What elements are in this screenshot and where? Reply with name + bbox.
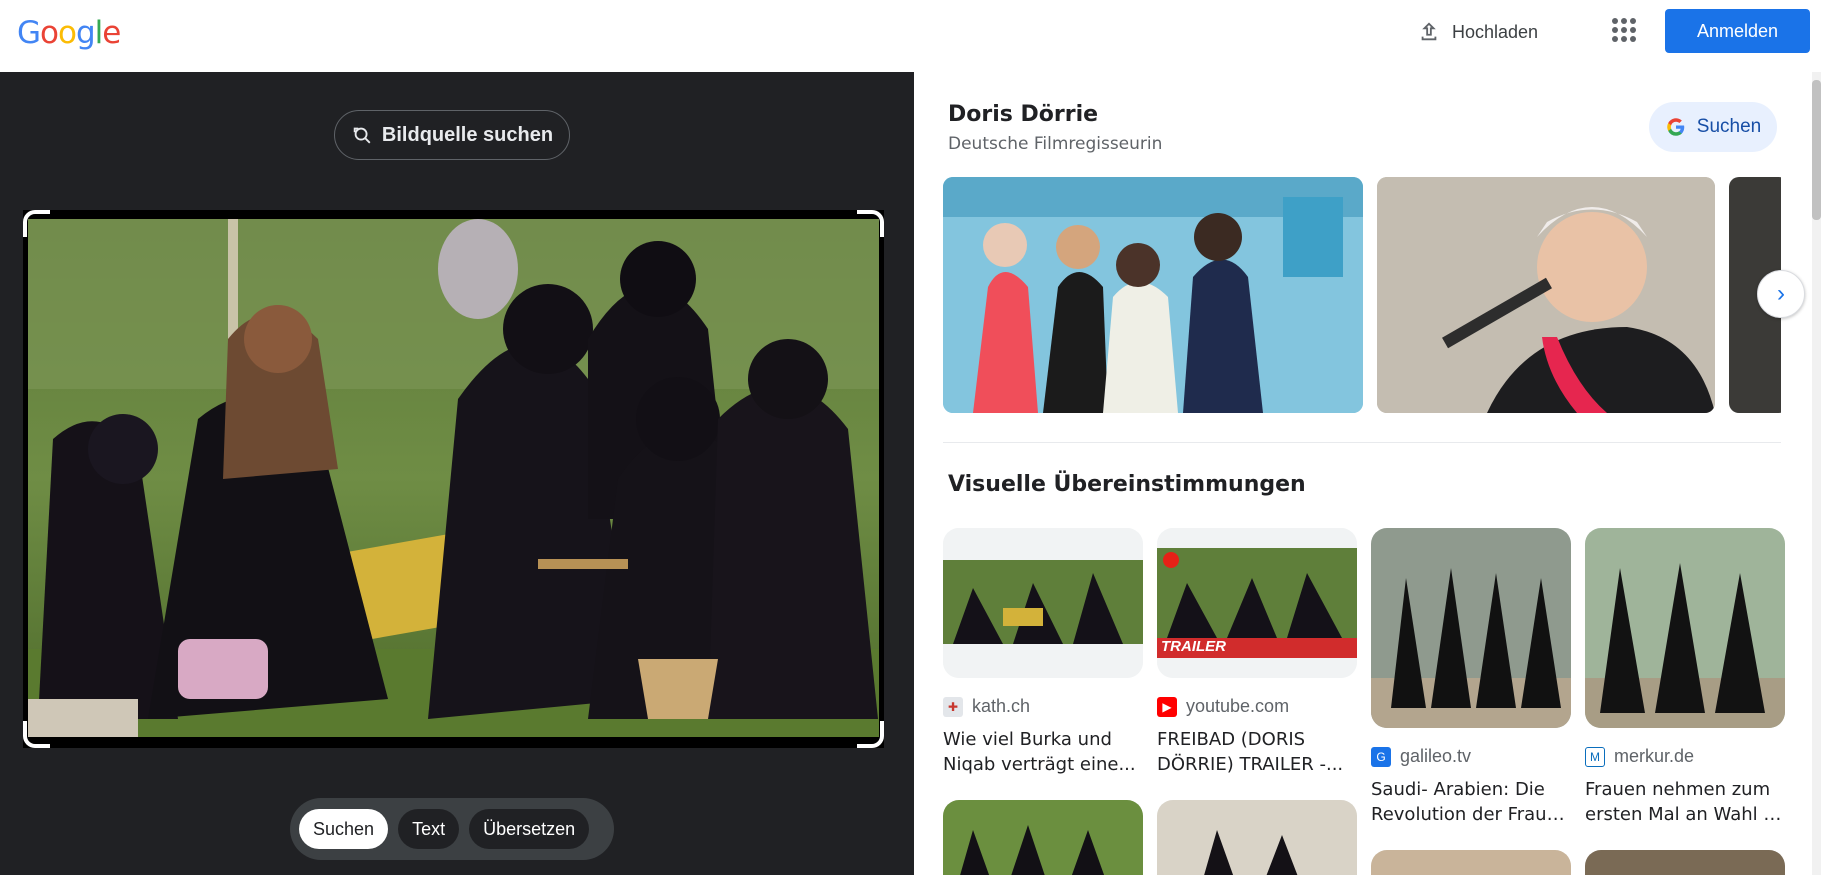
- match-source: G galileo.tv: [1371, 746, 1571, 767]
- upload-button[interactable]: Hochladen: [1418, 16, 1538, 48]
- visual-match-card[interactable]: ✚ kath.ch Wie viel Burka und Niqab vertr…: [943, 528, 1143, 777]
- lens-mode-switch: Suchen Text Übersetzen: [290, 798, 614, 860]
- signin-button[interactable]: Anmelden: [1665, 9, 1810, 53]
- image-search-icon: [353, 127, 371, 144]
- section-divider: [943, 442, 1781, 443]
- match-thumbnail: [1585, 528, 1785, 728]
- match-thumbnail: TRAILER: [1157, 528, 1357, 678]
- visual-match-thumbnail-partial[interactable]: [1585, 850, 1785, 875]
- match-source: ✚ kath.ch: [943, 696, 1143, 717]
- match-title: Wie viel Burka und Niqab verträgt eine..…: [943, 729, 1136, 775]
- entity-search-label: Suchen: [1696, 116, 1762, 137]
- entity-search-button[interactable]: Suchen: [1649, 102, 1777, 152]
- mode-translate-button[interactable]: Übersetzen: [469, 809, 590, 849]
- google-logo[interactable]: Google: [17, 15, 121, 51]
- results-panel: Doris Dörrie Deutsche Filmregisseurin Su…: [914, 72, 1821, 875]
- match-source: M merkur.de: [1585, 746, 1785, 767]
- mode-search-button[interactable]: Suchen: [299, 809, 389, 849]
- crop-handle-bottom-right[interactable]: [857, 721, 884, 748]
- crop-handle-top-right[interactable]: [857, 210, 884, 237]
- trailer-overlay-label: TRAILER: [1161, 638, 1226, 655]
- visual-match-card[interactable]: G galileo.tv Saudi- Arabien: Die Revolut…: [1371, 528, 1571, 827]
- visual-match-thumbnail-partial[interactable]: [1157, 800, 1357, 875]
- entity-description: Deutsche Filmregisseurin: [948, 134, 1163, 154]
- photo-women-in-niqab: [28, 219, 879, 737]
- match-source: ▶ youtube.com: [1157, 696, 1357, 717]
- entity-image-carousel: [943, 177, 1781, 413]
- mode-text-button[interactable]: Text: [398, 809, 460, 849]
- upload-icon: [1421, 22, 1437, 41]
- visual-match-thumbnail-partial[interactable]: [943, 800, 1143, 875]
- visual-match-card[interactable]: TRAILER ▶ youtube.com FREIBAD (DORIS DÖR…: [1157, 528, 1357, 777]
- selected-image[interactable]: [23, 210, 884, 748]
- match-thumbnail: [943, 528, 1143, 678]
- chevron-right-icon: ›: [1777, 280, 1785, 307]
- merkur-favicon-icon: M: [1585, 746, 1605, 767]
- visual-matches-title: Visuelle Übereinstimmungen: [948, 472, 1306, 497]
- match-title: FREIBAD (DORIS DÖRRIE) TRAILER -...: [1157, 729, 1344, 775]
- galileo-favicon-icon: G: [1371, 746, 1391, 767]
- entity-name[interactable]: Doris Dörrie: [948, 102, 1098, 127]
- match-title: Frauen nehmen zum ersten Mal an Wahl i..…: [1585, 779, 1785, 825]
- visual-match-card[interactable]: M merkur.de Frauen nehmen zum ersten Mal…: [1585, 528, 1785, 827]
- match-title: Saudi- Arabien: Die Revolution der Fraue…: [1371, 779, 1571, 825]
- google-g-icon: [1667, 118, 1685, 136]
- find-image-source-button[interactable]: Bildquelle suchen: [334, 110, 570, 160]
- apps-grid-icon[interactable]: [1612, 18, 1636, 42]
- carousel-next-button[interactable]: ›: [1757, 270, 1805, 318]
- crop-handle-bottom-left[interactable]: [23, 721, 50, 748]
- upload-label: Hochladen: [1452, 21, 1539, 42]
- results-scrollbar-thumb[interactable]: [1812, 80, 1821, 220]
- entity-image-2[interactable]: [1377, 177, 1715, 413]
- visual-match-thumbnail-partial[interactable]: [1371, 850, 1571, 875]
- find-image-source-label: Bildquelle suchen: [381, 123, 554, 146]
- crop-handle-top-left[interactable]: [23, 210, 50, 237]
- entity-image-1[interactable]: [943, 177, 1363, 413]
- top-bar: Google Hochladen Anmelden: [0, 0, 1821, 72]
- kath-favicon-icon: ✚: [943, 696, 963, 717]
- match-thumbnail: [1371, 528, 1571, 728]
- youtube-icon: ▶: [1157, 696, 1177, 717]
- lens-image-panel: Bildquelle suchen Suchen Text Übersetzen: [0, 72, 914, 875]
